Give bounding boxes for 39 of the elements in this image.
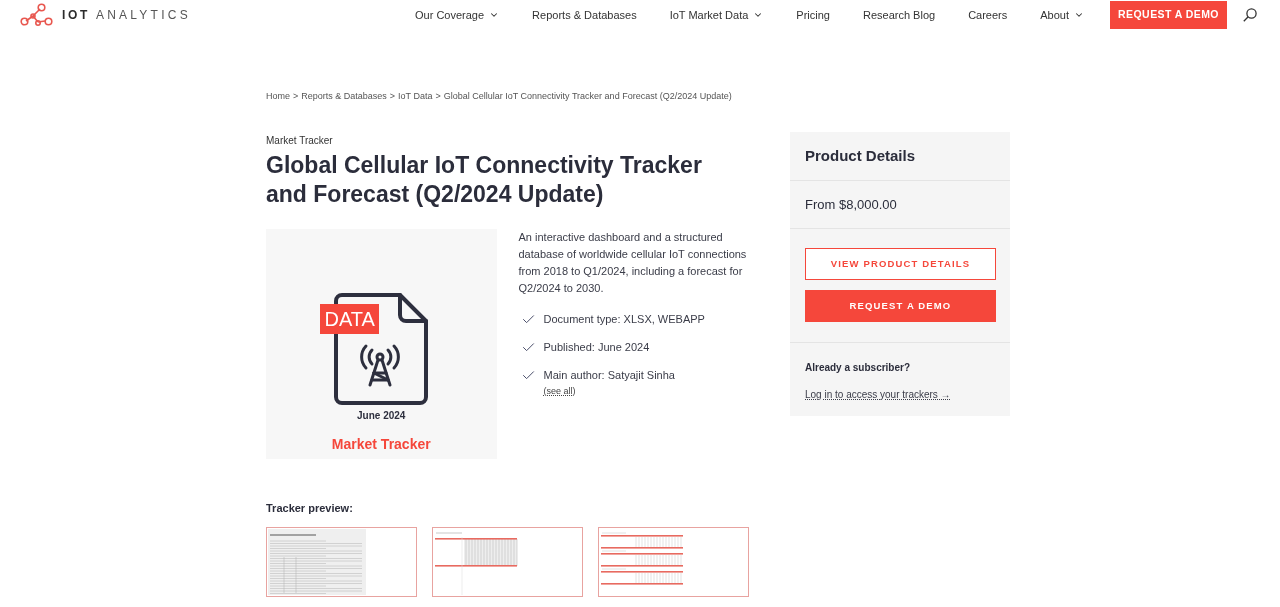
nav-link[interactable]: Our Coverage: [415, 6, 500, 24]
price-text: From $8,000.00: [805, 195, 897, 214]
spreadsheet-preview-drawing[interactable]: [266, 527, 417, 597]
logo-wordmark-bold: IOT: [62, 7, 90, 24]
breadcrumb-current: Global Cellular IoT Connectivity Tracker and Forecast (Q2/2024 Update): [443, 90, 732, 102]
fact-text: Published: June 2024: [543, 340, 650, 355]
logo-wordmark-light: ANALYTICS: [95, 7, 191, 24]
nav-link[interactable]: Pricing: [796, 6, 830, 24]
request-demo-button[interactable]: REQUEST A DEMO: [805, 290, 996, 322]
breadcrumb-link[interactable]: IoT Data: [398, 90, 433, 102]
view-details-button[interactable]: VIEW PRODUCT DETAILS: [805, 248, 996, 280]
type-caption: Market Tracker: [331, 435, 431, 453]
product-title: Global Cellular IoT Connectivity Tracker and Forecast (Q2/2024 Update): [266, 151, 703, 209]
nav-link[interactable]: Reports & Databases: [532, 6, 637, 24]
nav-link[interactable]: About: [1040, 6, 1084, 24]
category-label: Market Tracker: [266, 134, 334, 148]
fact-text: Document type: XLSX, WEBAPP: [543, 312, 705, 327]
see-all-link[interactable]: (see all): [543, 385, 576, 397]
spreadsheet-preview-drawing[interactable]: [432, 527, 583, 597]
request-demo-button[interactable]: REQUEST A DEMO: [1110, 1, 1227, 29]
nav-link[interactable]: Research Blog: [862, 6, 936, 24]
network-logo-icon: [20, 3, 53, 27]
spreadsheet-preview-drawing[interactable]: [598, 527, 749, 597]
subscriber-prompt: Already a subscriber?: [805, 361, 912, 375]
nav-link[interactable]: Careers: [968, 6, 1008, 24]
breadcrumb-separator: >: [293, 90, 299, 102]
search-icon[interactable]: [1243, 8, 1257, 22]
data-label: DATA: [320, 304, 380, 334]
panel-title: Product Details: [805, 145, 916, 166]
nav-link[interactable]: IoT Market Data: [669, 6, 764, 24]
date-label: June 2024: [357, 409, 406, 423]
preview-heading: Tracker preview:: [266, 501, 354, 515]
product-description: An interactive dashboard and a structured database of worldwide cellular IoT connections from 2018 to Q1/2024, including a forecast for Q2/2024 to 2030.: [518, 230, 748, 296]
login-link[interactable]: Log in to access your trackers →: [805, 388, 951, 402]
breadcrumb-link[interactable]: Home: [266, 90, 290, 102]
breadcrumb-link[interactable]: Reports & Databases: [301, 90, 387, 102]
breadcrumb-separator: >: [389, 90, 396, 102]
fact-text: Main author: Satyajit Sinha: [543, 368, 675, 383]
breadcrumb-separator: >: [435, 90, 441, 102]
